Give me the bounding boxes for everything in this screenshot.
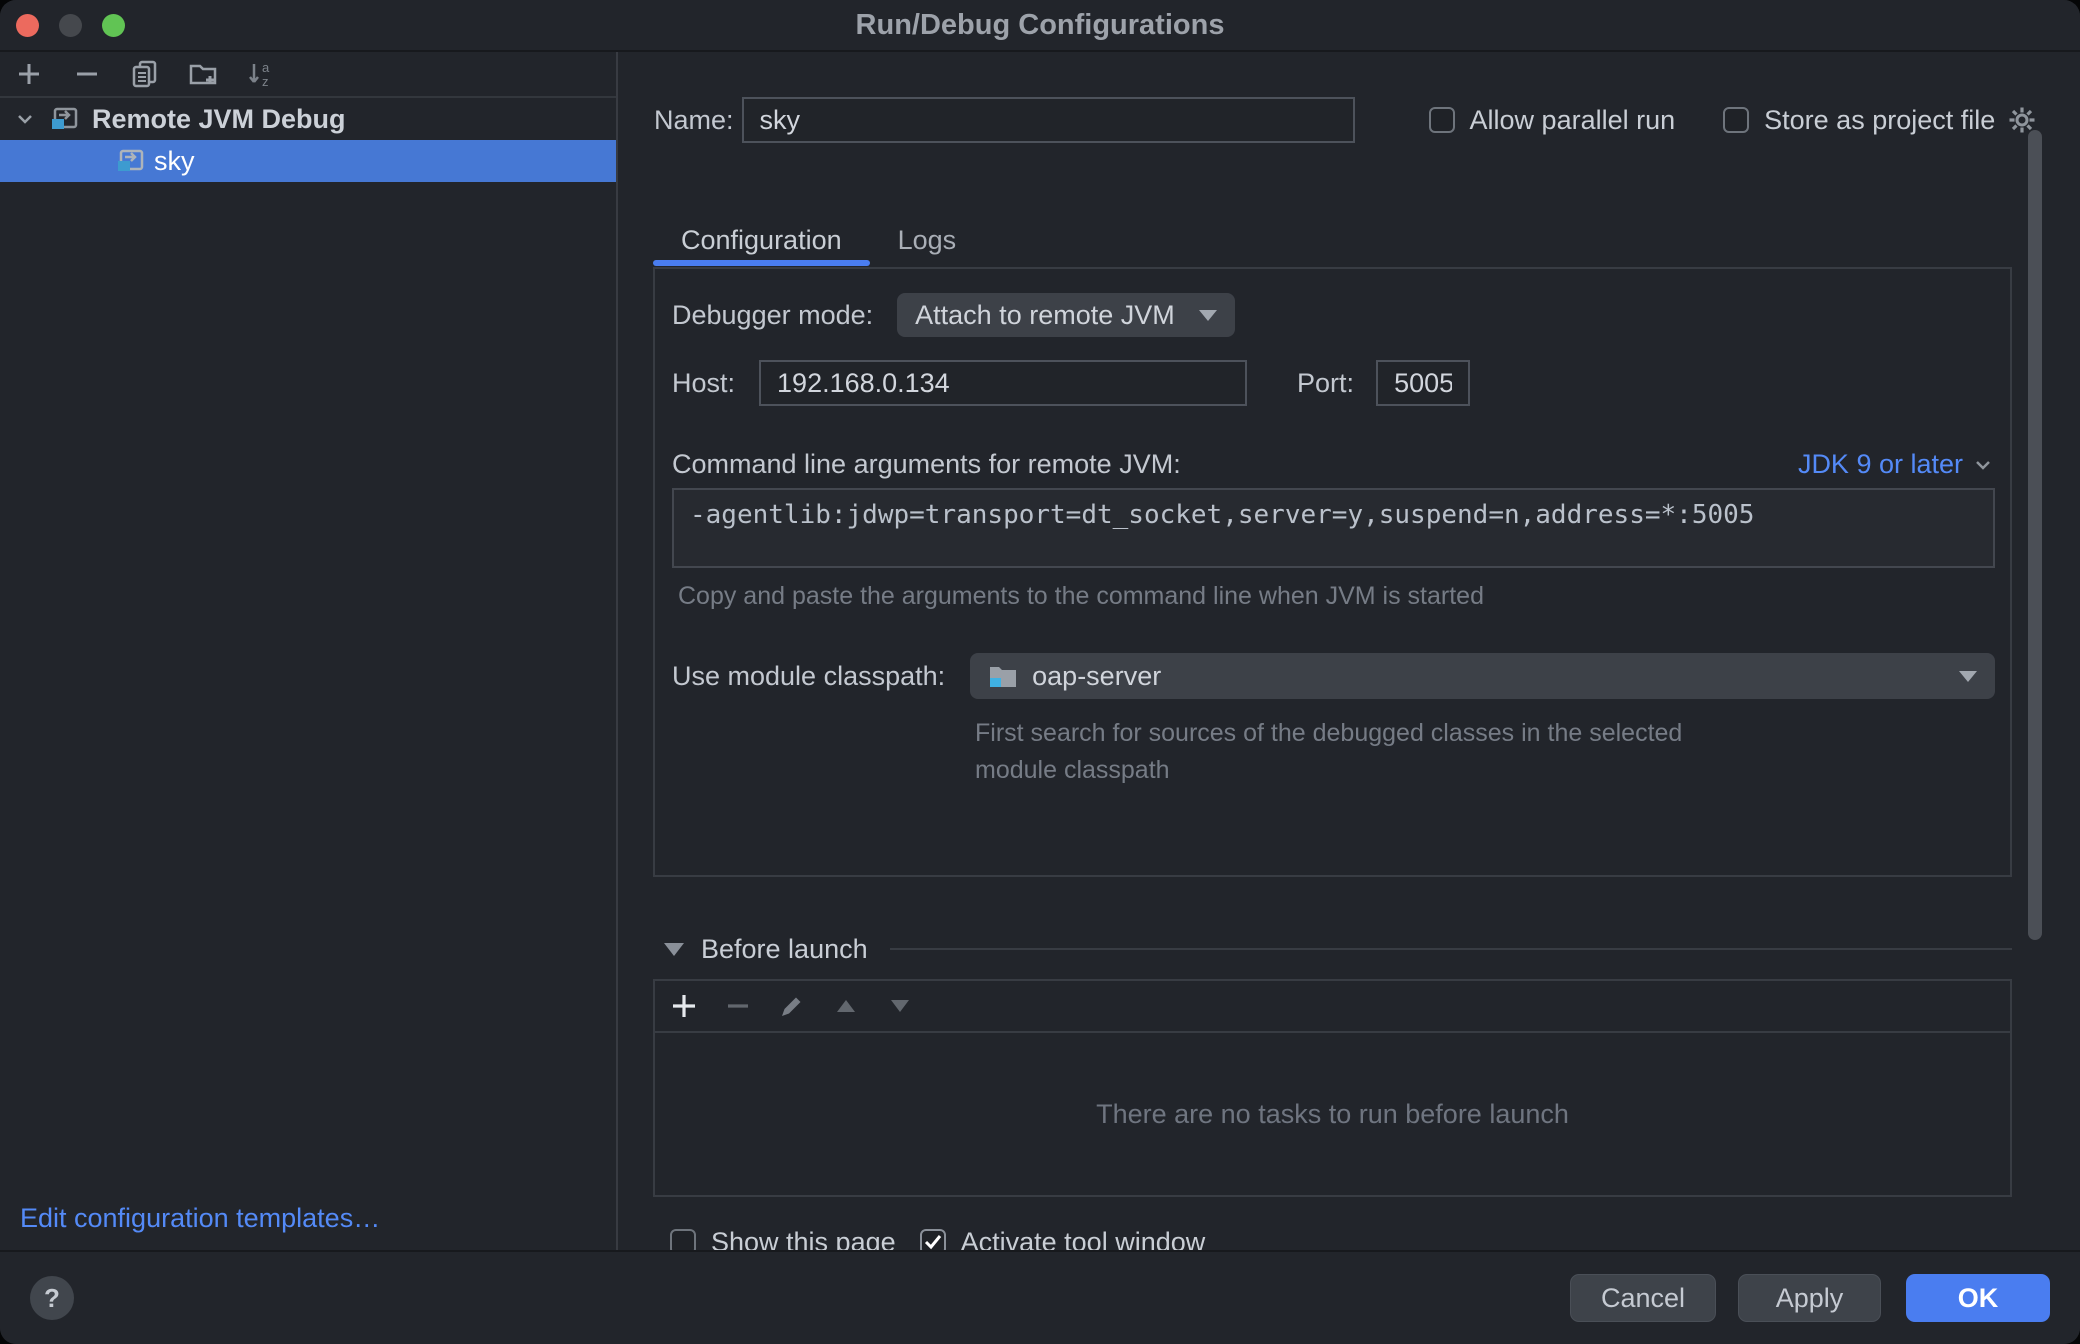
name-row: Name: Allow parallel run Store as projec… bbox=[654, 97, 2080, 143]
tree-group-label: Remote JVM Debug bbox=[92, 104, 346, 135]
configuration-tab-panel: Debugger mode: Attach to remote JVM Host… bbox=[653, 267, 2012, 877]
name-label: Name: bbox=[654, 105, 734, 136]
dropdown-arrow-icon bbox=[1959, 671, 1977, 682]
configuration-editor: Name: Allow parallel run Store as projec… bbox=[618, 52, 2080, 1250]
help-button[interactable]: ? bbox=[30, 1276, 74, 1320]
copy-configuration-icon[interactable] bbox=[130, 59, 160, 89]
port-label: Port: bbox=[1297, 368, 1354, 399]
module-classpath-row: Use module classpath: oap-server bbox=[672, 653, 1995, 699]
new-folder-icon[interactable] bbox=[188, 59, 218, 89]
module-classpath-hint: First search for sources of the debugged… bbox=[975, 715, 1735, 789]
jdk-version-selector[interactable]: JDK 9 or later bbox=[1798, 449, 1995, 480]
remove-configuration-icon[interactable] bbox=[72, 59, 102, 89]
store-as-project-file-checkbox[interactable] bbox=[1723, 107, 1749, 133]
tab-bar: Configuration Logs bbox=[653, 216, 2080, 264]
allow-parallel-run-checkbox[interactable] bbox=[1429, 107, 1455, 133]
before-launch-title: Before launch bbox=[701, 934, 868, 965]
debugger-mode-row: Debugger mode: Attach to remote JVM bbox=[672, 293, 1995, 337]
ok-button[interactable]: OK bbox=[1906, 1274, 2050, 1322]
close-window-button[interactable] bbox=[16, 14, 39, 37]
before-launch-toolbar bbox=[655, 981, 2010, 1033]
remove-task-icon[interactable] bbox=[723, 991, 753, 1021]
section-divider bbox=[890, 948, 2012, 950]
module-classpath-label: Use module classpath: bbox=[672, 661, 945, 692]
module-classpath-dropdown[interactable]: oap-server bbox=[970, 653, 1995, 699]
remote-debug-config-icon bbox=[116, 147, 146, 175]
dialog-title: Run/Debug Configurations bbox=[856, 9, 1225, 42]
tab-logs[interactable]: Logs bbox=[870, 216, 985, 264]
tree-item-label: sky bbox=[154, 146, 195, 177]
sort-alphabetically-icon[interactable]: a z bbox=[246, 59, 276, 89]
vertical-scrollbar[interactable] bbox=[2028, 130, 2042, 940]
module-folder-icon bbox=[988, 662, 1018, 690]
move-task-down-icon[interactable] bbox=[885, 991, 915, 1021]
empty-task-list-text: There are no tasks to run before launch bbox=[1096, 1099, 1569, 1130]
command-args-hint: Copy and paste the arguments to the comm… bbox=[672, 582, 1995, 611]
sidebar-toolbar: a z bbox=[0, 52, 616, 98]
run-debug-configurations-dialog: Run/Debug Configurations bbox=[0, 0, 2080, 1344]
store-as-project-file-label: Store as project file bbox=[1764, 105, 1995, 136]
command-args-label: Command line arguments for remote JVM: bbox=[672, 449, 1181, 480]
collapse-triangle-icon bbox=[664, 943, 684, 956]
window-controls bbox=[16, 0, 125, 50]
host-port-row: Host: Port: bbox=[672, 361, 1995, 405]
sort-z-glyph: z bbox=[262, 74, 269, 89]
dropdown-arrow-icon bbox=[1199, 310, 1217, 321]
tab-configuration[interactable]: Configuration bbox=[653, 216, 870, 264]
move-task-up-icon[interactable] bbox=[831, 991, 861, 1021]
host-input[interactable] bbox=[759, 360, 1247, 406]
cancel-button[interactable]: Cancel bbox=[1570, 1274, 1716, 1322]
edit-task-icon[interactable] bbox=[777, 991, 807, 1021]
port-input[interactable] bbox=[1376, 360, 1470, 406]
minimize-window-button[interactable] bbox=[59, 14, 82, 37]
debugger-mode-dropdown[interactable]: Attach to remote JVM bbox=[897, 293, 1235, 337]
allow-parallel-run-label: Allow parallel run bbox=[1470, 105, 1676, 136]
name-input[interactable] bbox=[742, 97, 1355, 143]
chevron-down-icon bbox=[14, 108, 36, 130]
debugger-mode-label: Debugger mode: bbox=[672, 300, 873, 331]
tree-item-sky-selected[interactable]: sky bbox=[0, 140, 616, 182]
tree-group-remote-jvm-debug[interactable]: Remote JVM Debug bbox=[0, 98, 616, 140]
active-tab-underline bbox=[653, 260, 870, 266]
remote-debug-config-icon bbox=[50, 105, 80, 133]
configurations-sidebar: a z Remote JVM Debug bbox=[0, 52, 618, 1250]
apply-button[interactable]: Apply bbox=[1738, 1274, 1881, 1322]
add-configuration-icon[interactable] bbox=[14, 59, 44, 89]
before-launch-box: There are no tasks to run before launch bbox=[653, 979, 2012, 1197]
before-launch-header[interactable]: Before launch bbox=[653, 929, 2012, 969]
store-as-project-file-checkbox-group[interactable]: Store as project file bbox=[1723, 105, 1995, 136]
zoom-window-button[interactable] bbox=[102, 14, 125, 37]
chevron-down-icon bbox=[1971, 453, 1995, 477]
titlebar: Run/Debug Configurations bbox=[0, 0, 2080, 52]
add-task-icon[interactable] bbox=[669, 991, 699, 1021]
before-launch-task-list: There are no tasks to run before launch bbox=[655, 1033, 2010, 1195]
sort-a-glyph: a bbox=[262, 60, 270, 75]
edit-configuration-templates-link[interactable]: Edit configuration templates… bbox=[20, 1203, 380, 1234]
host-label: Host: bbox=[672, 368, 735, 399]
command-args-label-row: Command line arguments for remote JVM: J… bbox=[672, 449, 1995, 480]
command-args-field[interactable]: -agentlib:jdwp=transport=dt_socket,serve… bbox=[672, 488, 1995, 568]
allow-parallel-run-checkbox-group[interactable]: Allow parallel run bbox=[1429, 105, 1676, 136]
dialog-footer: ? Cancel Apply OK bbox=[0, 1250, 2080, 1344]
